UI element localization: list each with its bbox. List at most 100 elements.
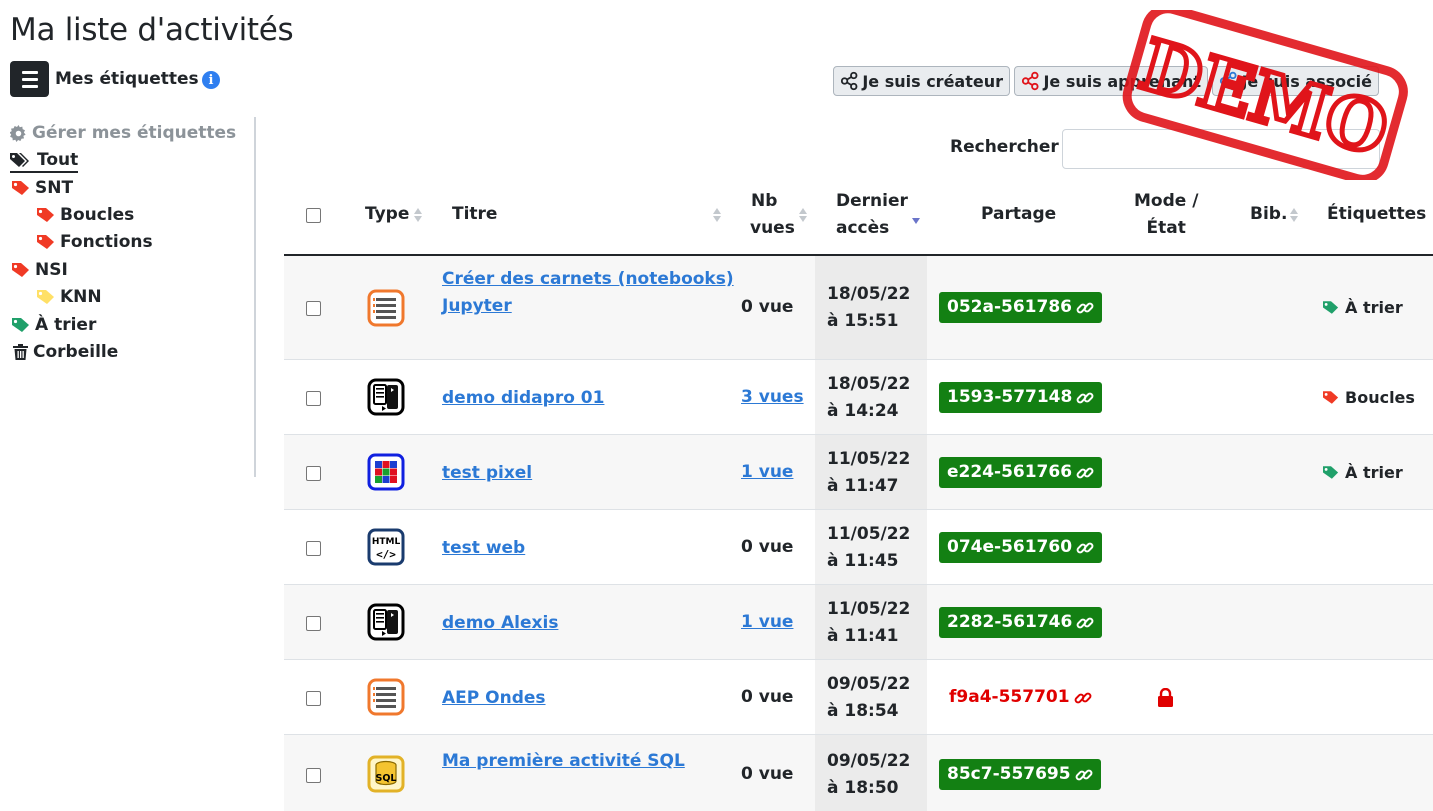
- sidebar-item-label: KNN: [60, 287, 102, 307]
- sort-icon[interactable]: [798, 207, 808, 223]
- share-code: 2282-561746: [947, 612, 1073, 632]
- activity-title-link[interactable]: demo Alexis: [442, 610, 558, 637]
- associate-button[interactable]: Je suis associé: [1212, 66, 1379, 96]
- last-access: 11/05/22 à 11:45: [827, 521, 910, 575]
- row-checkbox[interactable]: [306, 466, 321, 481]
- share-code-button[interactable]: 2282-561746: [939, 607, 1103, 638]
- access-date: 18/05/22: [827, 284, 911, 304]
- sidebar-item-corbeille[interactable]: Corbeille: [13, 342, 118, 362]
- last-access: 18/05/22 à 15:51: [827, 281, 910, 335]
- trash-icon: [13, 344, 28, 360]
- header-last-access[interactable]: Dernier accès: [836, 188, 908, 242]
- sidebar-item-nsi[interactable]: NSI: [12, 260, 68, 280]
- row-checkbox[interactable]: [306, 391, 321, 406]
- labels-menu-button[interactable]: [10, 61, 49, 97]
- sidebar-item-boucles[interactable]: Boucles: [37, 205, 134, 225]
- link-icon: [1076, 302, 1094, 313]
- title-line1: Créer des carnets (notebooks): [442, 269, 734, 289]
- row-checkbox[interactable]: [306, 768, 321, 783]
- views-count: 0 vue: [741, 687, 794, 707]
- sidebar-divider: [254, 117, 256, 477]
- tag-icon: [1323, 391, 1339, 404]
- sql-icon[interactable]: SQL: [367, 755, 405, 793]
- access-date: 11/05/22: [827, 524, 911, 544]
- row-label-text: À trier: [1345, 298, 1403, 317]
- python-ide-icon[interactable]: [367, 603, 405, 641]
- sidebar-item-knn[interactable]: KNN: [37, 287, 102, 307]
- row-label[interactable]: Boucles: [1323, 388, 1415, 407]
- info-icon[interactable]: i: [202, 71, 220, 89]
- notebook-icon[interactable]: [367, 289, 405, 327]
- tag-icon: [12, 318, 29, 332]
- tag-icon: [12, 181, 29, 195]
- share-code-button-locked[interactable]: f9a4-557701: [941, 682, 1100, 713]
- row-label[interactable]: À trier: [1323, 463, 1403, 482]
- search-input[interactable]: [1062, 129, 1380, 169]
- notebook-icon[interactable]: [367, 678, 405, 716]
- access-time: à 11:41: [827, 626, 899, 646]
- sort-desc-icon[interactable]: [911, 213, 921, 229]
- access-date: 18/05/22: [827, 374, 911, 394]
- pixel-grid-icon[interactable]: [367, 453, 405, 491]
- sort-icon[interactable]: [413, 207, 423, 223]
- share-code-button[interactable]: 1593-577148: [939, 382, 1103, 413]
- sidebar-item-label: SNT: [35, 178, 74, 198]
- header-bib[interactable]: Bib.: [1250, 201, 1287, 228]
- activity-title-link[interactable]: test pixel: [442, 460, 532, 487]
- share-code-button[interactable]: 074e-561760: [939, 532, 1103, 563]
- link-icon: [1075, 769, 1093, 780]
- share-code-button[interactable]: 85c7-557695: [939, 759, 1101, 790]
- labels-header: Mes étiquettes: [55, 69, 199, 89]
- header-type[interactable]: Type: [365, 201, 409, 228]
- share-code-button[interactable]: e224-561766: [939, 457, 1103, 488]
- views-count-link[interactable]: 1 vue: [741, 462, 793, 482]
- sidebar-item-tout[interactable]: Tout: [10, 150, 79, 173]
- header-views-line1: Nb: [751, 191, 778, 211]
- views-count-link[interactable]: 1 vue: [741, 612, 793, 632]
- share-nodes-icon: [1021, 71, 1039, 91]
- select-all-checkbox[interactable]: [306, 208, 321, 223]
- views-count-link[interactable]: 3 vues: [741, 387, 804, 407]
- link-icon: [1076, 542, 1094, 553]
- header-views-line2: vues: [750, 218, 795, 238]
- header-last-line1: Dernier: [836, 191, 908, 211]
- link-icon: [1076, 392, 1094, 403]
- share-code: 85c7-557695: [947, 764, 1071, 784]
- sidebar-item-a-trier[interactable]: À trier: [12, 315, 96, 335]
- row-checkbox[interactable]: [306, 301, 321, 316]
- activity-title-link[interactable]: test web: [442, 535, 525, 562]
- title-line2: Jupyter: [442, 296, 512, 316]
- activity-title-link[interactable]: AEP Ondes: [442, 685, 546, 712]
- row-checkbox[interactable]: [306, 691, 321, 706]
- activity-title-link[interactable]: demo didapro 01: [442, 385, 604, 412]
- header-views[interactable]: Nb vues: [750, 188, 795, 242]
- header-share: Partage: [981, 204, 1057, 224]
- last-access: 11/05/22 à 11:47: [827, 446, 910, 500]
- last-access: 18/05/22 à 14:24: [827, 371, 910, 425]
- python-ide-icon[interactable]: [367, 378, 405, 416]
- sidebar-item-label: À trier: [35, 315, 97, 335]
- share-code: 1593-577148: [947, 387, 1073, 407]
- manage-labels-link[interactable]: Gérer mes étiquettes: [10, 123, 236, 143]
- row-checkbox[interactable]: [306, 616, 321, 631]
- share-nodes-icon: [840, 71, 858, 91]
- svg-text:SQL: SQL: [376, 773, 397, 784]
- views-count: 0 vue: [741, 537, 794, 557]
- search-label: Rechercher: [950, 137, 1059, 157]
- creator-button[interactable]: Je suis créateur: [833, 66, 1010, 96]
- sidebar-item-fonctions[interactable]: Fonctions: [37, 232, 153, 252]
- activity-title-link[interactable]: Ma première activité SQL: [442, 748, 685, 775]
- header-title[interactable]: Titre: [452, 201, 497, 228]
- sort-icon[interactable]: [1289, 207, 1299, 223]
- link-icon: [1076, 617, 1094, 628]
- row-checkbox[interactable]: [306, 541, 321, 556]
- tag-icon: [37, 290, 54, 304]
- row-label[interactable]: À trier: [1323, 298, 1403, 317]
- sort-icon[interactable]: [712, 207, 722, 223]
- share-code: f9a4-557701: [949, 687, 1070, 707]
- activity-title-link[interactable]: Créer des carnets (notebooks) Jupyter: [442, 266, 734, 320]
- html-icon[interactable]: HTML</>: [367, 528, 405, 566]
- learner-button[interactable]: Je suis apprenant: [1014, 66, 1208, 96]
- sidebar-item-snt[interactable]: SNT: [12, 178, 73, 198]
- share-code-button[interactable]: 052a-561786: [939, 292, 1102, 323]
